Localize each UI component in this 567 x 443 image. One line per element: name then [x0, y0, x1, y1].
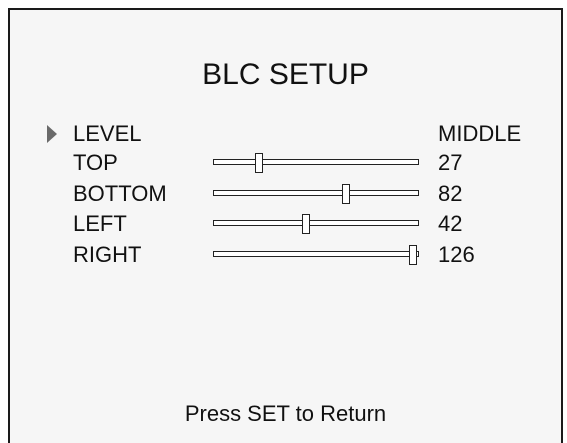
menu-item-level[interactable]: LEVEL MIDDLE: [10, 121, 561, 147]
left-slider-thumb[interactable]: [302, 214, 311, 234]
triangle-right-icon: [47, 125, 57, 143]
right-value: 126: [438, 242, 475, 267]
menu-item-right[interactable]: RIGHT 126: [10, 242, 561, 268]
menu-item-left[interactable]: LEFT 42: [10, 211, 561, 237]
top-slider-track[interactable]: [213, 159, 419, 165]
screen-title: BLC SETUP: [202, 58, 369, 91]
right-slider-track[interactable]: [213, 251, 419, 257]
menu-item-label: TOP: [73, 150, 118, 175]
menu-item-label: RIGHT: [73, 242, 142, 267]
blc-setup-panel: BLC SETUP LEVEL MIDDLE TOP 27 BOTTOM 82 …: [8, 8, 563, 443]
menu-item-label: LEVEL: [73, 121, 142, 146]
bottom-value: 82: [438, 181, 463, 206]
left-value: 42: [438, 211, 463, 236]
bottom-slider-thumb[interactable]: [341, 184, 350, 204]
level-value: MIDDLE: [438, 121, 522, 146]
menu-item-bottom[interactable]: BOTTOM 82: [10, 181, 561, 207]
bottom-slider-track[interactable]: [213, 190, 419, 196]
menu-item-label: LEFT: [73, 211, 127, 236]
top-value: 27: [438, 150, 463, 175]
return-hint: Press SET to Return: [184, 401, 387, 426]
left-slider-track[interactable]: [213, 220, 419, 226]
right-slider-thumb[interactable]: [409, 245, 418, 265]
top-slider-thumb[interactable]: [254, 153, 263, 173]
menu-item-top[interactable]: TOP 27: [10, 150, 561, 176]
menu-item-label: BOTTOM: [73, 181, 167, 206]
